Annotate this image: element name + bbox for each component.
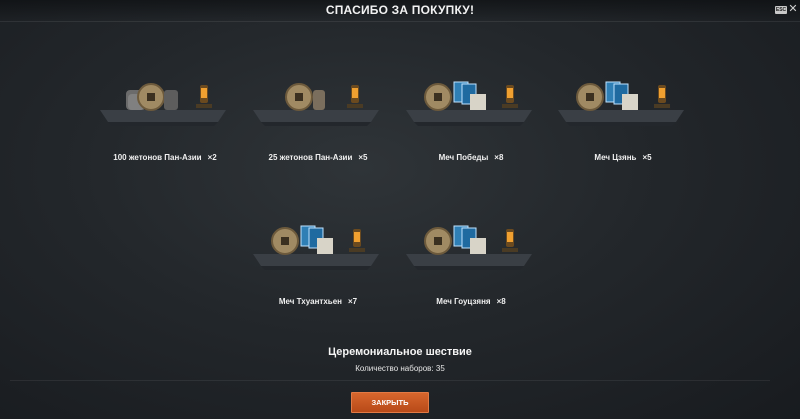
- reward-label: 25 жетонов Пан-Азии ×5: [268, 153, 368, 162]
- footer-divider: [10, 380, 770, 381]
- page-title: СПАСИБО ЗА ПОКУПКУ!: [325, 3, 475, 17]
- title-divider: [0, 21, 800, 22]
- cards-art-icon: [406, 225, 532, 270]
- reward-item: Меч Победы ×8: [396, 76, 546, 186]
- reward-label: Меч Цзянь ×5: [594, 153, 652, 162]
- reward-item: 100 жетонов Пан-Азии ×2: [90, 76, 240, 186]
- cards-art-icon: [558, 81, 684, 126]
- reward-item: Меч Тхуантхьен ×7: [243, 220, 393, 330]
- esc-badge[interactable]: ESC: [775, 6, 787, 14]
- reward-item: Меч Гоуцзяня ×8: [396, 220, 546, 330]
- reward-label: Меч Тхуантхьен ×7: [278, 297, 358, 306]
- reward-label: 100 жетонов Пан-Азии ×2: [113, 153, 217, 162]
- tokens-art-icon: [253, 83, 379, 126]
- cards-art-icon: [406, 81, 532, 126]
- reward-item: Меч Цзянь ×5: [548, 76, 698, 186]
- close-button[interactable]: ЗАКРЫТЬ: [351, 392, 429, 413]
- reward-item: 25 жетонов Пан-Азии ×5: [243, 76, 393, 186]
- tokens-art-icon: [100, 83, 226, 126]
- cards-art-icon: [253, 225, 379, 270]
- close-icon[interactable]: ✕: [788, 4, 798, 15]
- set-count: Количество наборов: 35: [355, 364, 445, 373]
- reward-label: Меч Победы ×8: [438, 153, 504, 162]
- reward-label: Меч Гоуцзяня ×8: [436, 297, 506, 306]
- set-name: Церемониальное шествие: [328, 346, 472, 358]
